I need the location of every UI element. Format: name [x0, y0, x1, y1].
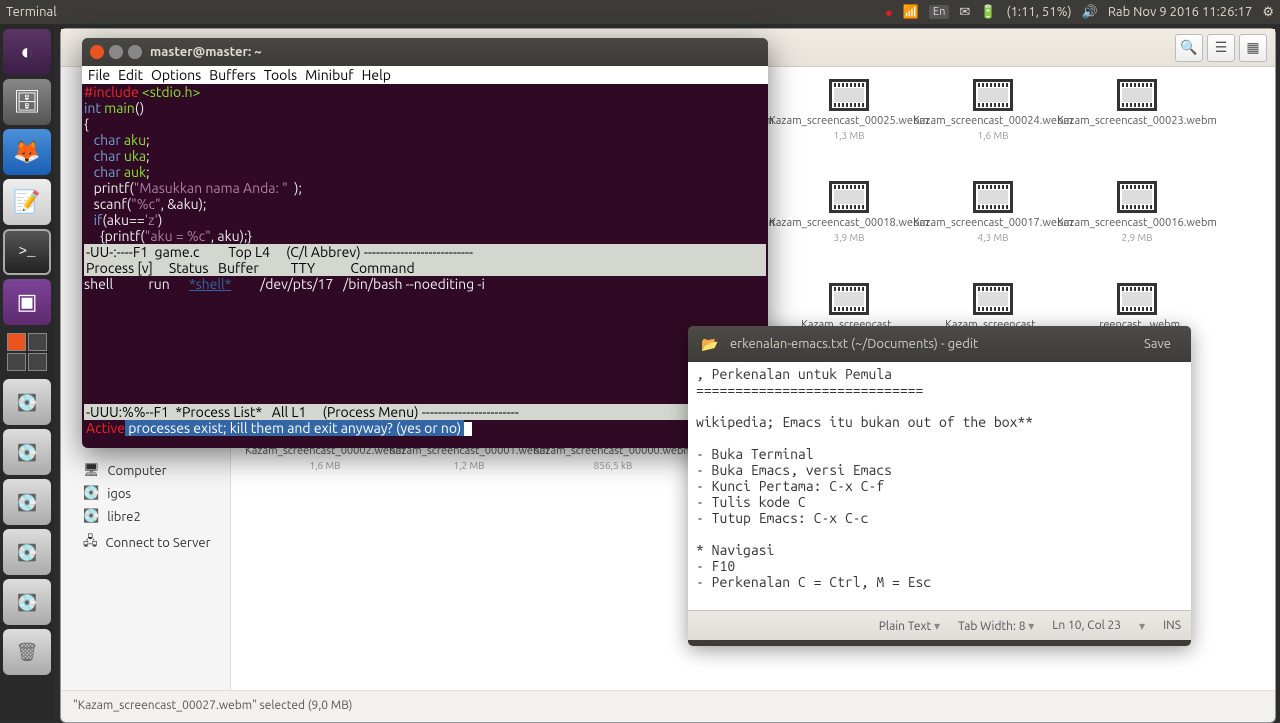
gedit-window[interactable]: 📂 erkenalan-emacs.txt (~/Documents) - ge…: [688, 326, 1191, 646]
workspace-switcher[interactable]: [3, 329, 51, 375]
file-item[interactable]: Kazam_screencast_00017.webm4,3 MB: [923, 179, 1063, 277]
insert-mode: INS: [1163, 619, 1181, 632]
gedit-title: erkenalan-emacs.txt (~/Documents) - gedi…: [730, 337, 1126, 351]
files-icon[interactable]: 🗄: [3, 79, 51, 125]
search-icon[interactable]: 🔍: [1175, 34, 1203, 62]
top-panel: Terminal ● 📶 En ✉ 🔋 (1:11, 51%) 🔊 Rab No…: [0, 0, 1280, 24]
emacs-buffer[interactable]: #include <stdio.h> int main() { char aku…: [82, 84, 768, 436]
menu-tools[interactable]: Tools: [260, 67, 301, 83]
menu-edit[interactable]: Edit: [114, 67, 147, 83]
drive-icon-5[interactable]: 💽: [3, 579, 51, 625]
keyboard-lang[interactable]: En: [929, 5, 949, 19]
tab-width[interactable]: Tab Width: 8: [958, 619, 1034, 633]
menu-minibuf[interactable]: Minibuf: [301, 67, 357, 83]
place-libre2[interactable]: 💽libre2: [61, 505, 230, 528]
emacs-modeline-2: -UUU:%%--F1 *Process List* All L1 (Proce…: [84, 404, 766, 420]
drive-icon-1[interactable]: 💽: [3, 379, 51, 425]
dash-icon[interactable]: ◐: [3, 29, 51, 75]
terminal-title: master@master: ~: [150, 45, 262, 59]
menu-options[interactable]: Options: [147, 67, 205, 83]
cursor-position: Ln 10, Col 23: [1052, 619, 1121, 632]
firefox-icon[interactable]: 🦊: [3, 129, 51, 175]
file-item[interactable]: Kazam_screencast_00024.webm1,6 MB: [923, 77, 1063, 175]
files-statusbar: "Kazam_screencast_00027.webm" selected (…: [61, 690, 1275, 720]
grid-view-icon[interactable]: ▦: [1239, 34, 1267, 62]
drive-icon-2[interactable]: 💽: [3, 429, 51, 475]
wifi-icon[interactable]: 📶: [903, 5, 919, 20]
battery-text: (1:11, 51%): [1006, 5, 1071, 19]
maximize-icon[interactable]: [128, 45, 142, 59]
syntax-mode[interactable]: Plain Text: [879, 619, 940, 633]
volume-icon[interactable]: 🔊: [1082, 5, 1098, 20]
mail-icon[interactable]: ✉: [959, 5, 970, 20]
menu-buffers[interactable]: Buffers: [205, 67, 260, 83]
process-list-header: Process [v] Status Buffer TTY Command: [84, 260, 766, 276]
place-connect-server[interactable]: 🖧Connect to Server: [61, 528, 230, 558]
place-igos[interactable]: 💽igos: [61, 482, 230, 505]
terminal-titlebar[interactable]: master@master: ~: [82, 38, 768, 66]
terminal-icon[interactable]: >_: [3, 229, 51, 275]
place-computer[interactable]: 🖥Computer: [61, 459, 230, 482]
active-app-label: Terminal: [6, 5, 57, 19]
drive-icon-4[interactable]: 💽: [3, 529, 51, 575]
terminal-window[interactable]: master@master: ~ FileEditOptionsBuffersT…: [82, 38, 768, 448]
unity-launcher: ◐ 🗄 🦊 📝 >_ ▣ 💽 💽 💽 💽 💽 🗑: [0, 24, 54, 720]
close-icon[interactable]: [90, 45, 104, 59]
gedit-textview[interactable]: , Perkenalan untuk Pemula ==============…: [688, 362, 1191, 610]
minimize-icon[interactable]: [109, 45, 123, 59]
save-button[interactable]: Save: [1134, 335, 1181, 353]
battery-icon[interactable]: 🔋: [980, 5, 996, 20]
file-item[interactable]: Kazam_screencast_00018.webm3,9 MB: [779, 179, 919, 277]
emacs-minibuffer[interactable]: Active processes exist; kill them and ex…: [84, 420, 766, 436]
menu-file[interactable]: File: [84, 67, 114, 83]
gedit-titlebar[interactable]: 📂 erkenalan-emacs.txt (~/Documents) - ge…: [688, 326, 1191, 362]
file-item[interactable]: Kazam_screencast_00023.webm: [1067, 77, 1207, 175]
file-item[interactable]: Kazam_screencast_00025.webm1,3 MB: [779, 77, 919, 175]
gedit-icon[interactable]: 📝: [3, 179, 51, 225]
trash-icon[interactable]: 🗑: [3, 629, 51, 675]
emacs-modeline-1: -UU-:----F1 game.c Top L4 (C/l Abbrev) -…: [84, 244, 766, 260]
clock[interactable]: Rab Nov 9 2016 11:26:17: [1108, 5, 1253, 19]
record-icon[interactable]: ●: [885, 5, 893, 20]
emacs-menubar[interactable]: FileEditOptionsBuffersToolsMinibufHelp: [82, 66, 768, 84]
gedit-statusbar: Plain Text Tab Width: 8 Ln 10, Col 23 IN…: [688, 610, 1191, 640]
open-icon[interactable]: 📂: [698, 332, 722, 356]
cursor-dropdown[interactable]: [1139, 619, 1145, 633]
shell-buffer-link[interactable]: *shell*: [189, 276, 231, 292]
menu-help[interactable]: Help: [358, 67, 395, 83]
gear-icon[interactable]: ⚙: [1262, 5, 1274, 20]
list-view-icon[interactable]: ☰: [1207, 34, 1235, 62]
drive-icon-3[interactable]: 💽: [3, 479, 51, 525]
screenshot-icon[interactable]: ▣: [3, 279, 51, 325]
file-item[interactable]: Kazam_screencast_00016.webm2,9 MB: [1067, 179, 1207, 277]
